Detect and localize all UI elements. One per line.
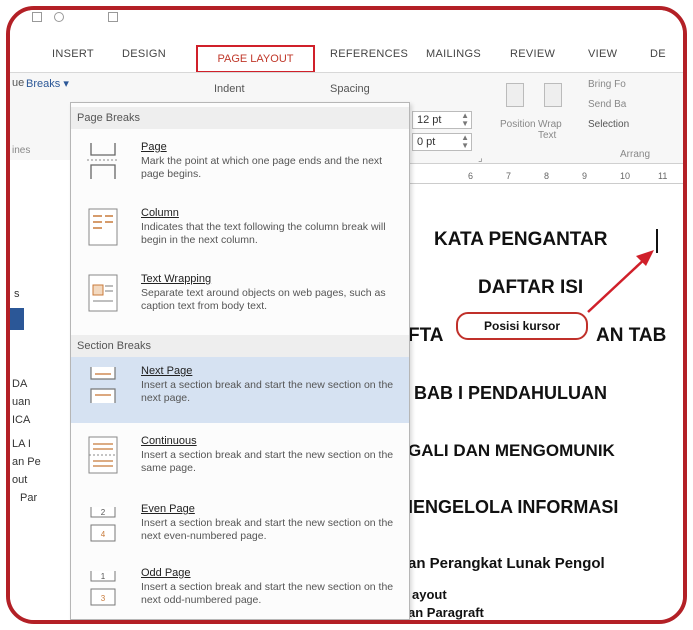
arrow-icon xyxy=(587,250,654,313)
screen-content: INSERT DESIGN PAGE LAYOUT REFERENCES MAI… xyxy=(10,10,683,620)
screenshot-frame: INSERT DESIGN PAGE LAYOUT REFERENCES MAI… xyxy=(6,6,687,624)
